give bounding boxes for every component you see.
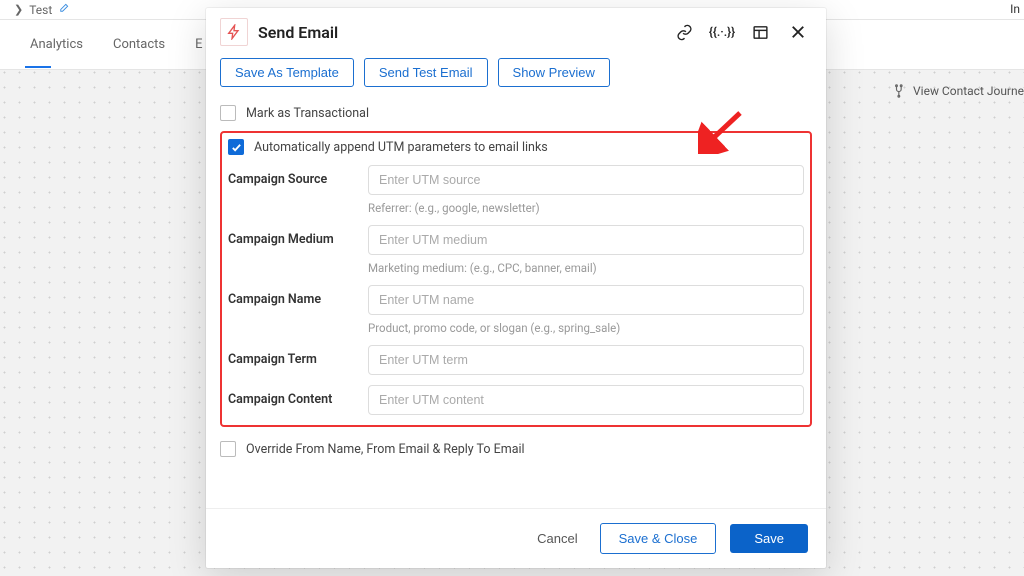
campaign-name-row: Campaign Name Product, promo code, or sl… [228,285,804,335]
tab-partial[interactable]: E [195,22,202,67]
campaign-source-row: Campaign Source Referrer: (e.g., google,… [228,165,804,215]
checkbox-utm[interactable] [228,139,244,155]
lightning-icon [220,18,248,46]
cancel-button[interactable]: Cancel [529,525,585,552]
campaign-medium-input[interactable] [368,225,804,255]
campaign-term-row: Campaign Term [228,345,804,375]
send-email-modal: Send Email {{.·.}} Save As Template Send… [206,8,826,568]
campaign-name-help: Product, promo code, or slogan (e.g., sp… [368,321,804,335]
campaign-name-label: Campaign Name [228,285,358,307]
checkbox-utm-label: Automatically append UTM parameters to e… [254,140,548,155]
campaign-name-input[interactable] [368,285,804,315]
campaign-content-label: Campaign Content [228,385,358,407]
link-icon[interactable] [670,18,698,46]
breadcrumb-label: Test [29,3,52,17]
tab-contacts[interactable]: Contacts [113,22,165,67]
chevron-right-icon: ❯ [14,3,23,16]
close-icon[interactable] [784,18,812,46]
save-button[interactable]: Save [730,524,808,553]
campaign-content-row: Campaign Content [228,385,804,415]
campaign-source-help: Referrer: (e.g., google, newsletter) [368,201,804,215]
campaign-medium-row: Campaign Medium Marketing medium: (e.g.,… [228,225,804,275]
variables-icon[interactable]: {{.·.}} [708,18,736,46]
checkbox-transactional[interactable] [220,105,236,121]
save-and-close-button[interactable]: Save & Close [600,523,717,554]
campaign-medium-help: Marketing medium: (e.g., CPC, banner, em… [368,261,804,275]
annotation-arrow-icon [698,109,748,154]
edit-icon[interactable] [58,3,69,17]
checkbox-transactional-label: Mark as Transactional [246,106,369,121]
view-contact-journey-button[interactable]: View Contact Journe [893,84,1024,98]
modal-footer: Cancel Save & Close Save [206,508,826,568]
save-as-template-button[interactable]: Save As Template [220,58,354,87]
show-preview-button[interactable]: Show Preview [498,58,610,87]
tab-analytics[interactable]: Analytics [30,22,83,67]
modal-header: Send Email {{.·.}} [206,8,826,52]
checkbox-override-label: Override From Name, From Email & Reply T… [246,442,525,457]
campaign-term-label: Campaign Term [228,345,358,367]
campaign-source-input[interactable] [368,165,804,195]
checkbox-override[interactable] [220,441,236,457]
topright-partial: In [1010,2,1020,16]
campaign-source-label: Campaign Source [228,165,358,187]
campaign-medium-label: Campaign Medium [228,225,358,247]
layout-icon[interactable] [746,18,774,46]
campaign-term-input[interactable] [368,345,804,375]
utm-highlight-box: Automatically append UTM parameters to e… [220,131,812,427]
send-test-email-button[interactable]: Send Test Email [364,58,488,87]
override-from-row[interactable]: Override From Name, From Email & Reply T… [220,441,812,457]
campaign-content-input[interactable] [368,385,804,415]
modal-title: Send Email [258,23,660,42]
